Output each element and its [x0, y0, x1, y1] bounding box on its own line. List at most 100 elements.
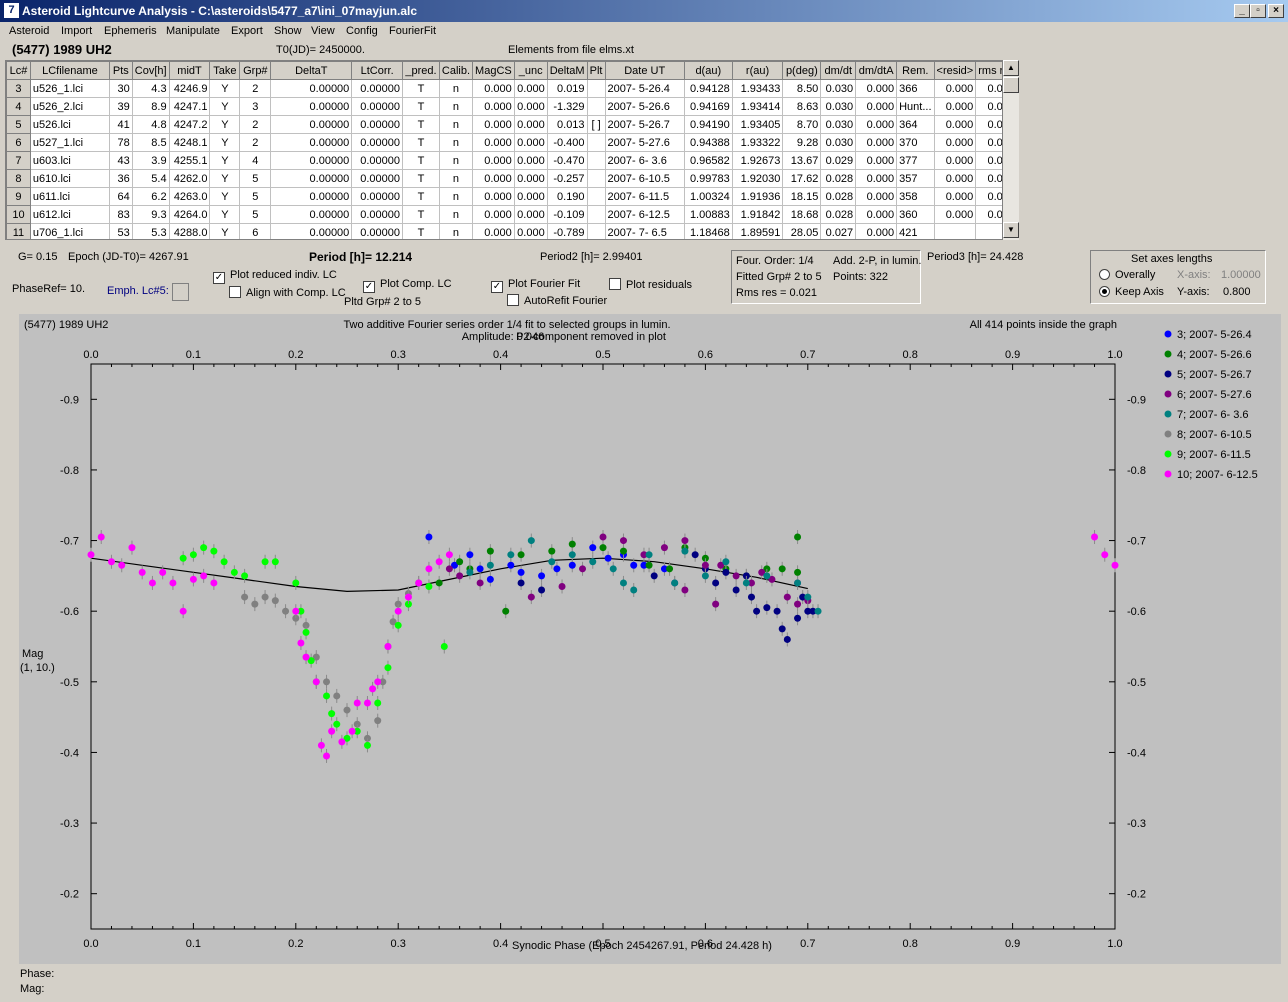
- table-cell[interactable]: 1.93405: [731, 115, 784, 134]
- table-row[interactable]: 9 u611.lci 64 6.2 4263.0 Y 5 0.00000 0.00000 Tn 0.…: [6, 187, 1018, 206]
- column-header[interactable]: Lc#: [6, 61, 31, 80]
- table-cell[interactable]: 2007- 6-10.5: [604, 169, 685, 188]
- table-cell[interactable]: 357: [896, 169, 935, 188]
- menu-import[interactable]: Import: [61, 25, 92, 37]
- table-cell[interactable]: 0.000: [933, 115, 977, 134]
- column-header[interactable]: p(deg): [782, 61, 822, 80]
- table-cell[interactable]: 78: [108, 133, 133, 152]
- table-cell[interactable]: 360: [896, 205, 935, 224]
- column-header[interactable]: Grp#: [239, 61, 272, 80]
- table-cell[interactable]: Y: [209, 115, 241, 134]
- column-header[interactable]: r(au): [731, 61, 784, 80]
- scroll-down-button[interactable]: ▼: [1003, 222, 1019, 238]
- table-cell[interactable]: u612.lci: [29, 205, 110, 224]
- table-cell[interactable]: Y: [209, 133, 241, 152]
- table-cell[interactable]: u526.lci: [29, 115, 110, 134]
- table-cell[interactable]: 18.15: [782, 187, 822, 206]
- table-cell[interactable]: 0.00000: [270, 205, 353, 224]
- table-cell[interactable]: n: [438, 79, 474, 98]
- table-cell[interactable]: 2007- 7- 6.5: [604, 223, 685, 239]
- table-cell[interactable]: 2007- 5-26.4: [604, 79, 685, 98]
- table-cell[interactable]: -0.109: [546, 205, 588, 224]
- table-cell[interactable]: 4246.9: [168, 79, 211, 98]
- table-cell[interactable]: 8.63: [782, 97, 822, 116]
- table-cell[interactable]: 0.030: [820, 115, 857, 134]
- table-cell[interactable]: 43: [108, 151, 133, 170]
- table-cell[interactable]: 4255.1: [168, 151, 211, 170]
- scroll-up-button[interactable]: ▲: [1003, 60, 1019, 76]
- table-row[interactable]: 3 u526_1.lci 30 4.3 4246.9 Y 2 0.00000 0.00000 Tn…: [6, 79, 1018, 98]
- table-cell[interactable]: 0.00000: [351, 79, 403, 98]
- table-cell[interactable]: 1.93414: [731, 97, 784, 116]
- table-cell[interactable]: n: [438, 115, 474, 134]
- table-cell[interactable]: 0.030: [820, 133, 857, 152]
- menu-ephemeris[interactable]: Ephemeris: [104, 25, 157, 37]
- table-cell[interactable]: T: [401, 169, 440, 188]
- table-cell[interactable]: 4.3: [131, 79, 170, 98]
- table-cell[interactable]: 0.000: [933, 97, 977, 116]
- row-header[interactable]: 10: [6, 205, 31, 224]
- table-cell[interactable]: n: [438, 169, 474, 188]
- scroll-thumb[interactable]: [1003, 77, 1019, 93]
- align-checkbox[interactable]: Align with Comp. LC: [229, 286, 346, 299]
- table-cell[interactable]: 0.000: [855, 187, 898, 206]
- table-cell[interactable]: 30: [108, 79, 133, 98]
- table-cell[interactable]: 53: [108, 223, 133, 239]
- close-button[interactable]: ×: [1268, 4, 1284, 18]
- table-cell[interactable]: 0.013: [546, 115, 588, 134]
- table-cell[interactable]: [ ]: [586, 115, 606, 134]
- table-cell[interactable]: 0.000: [472, 187, 515, 206]
- table-row[interactable]: 6 u527_1.lci 78 8.5 4248.1 Y 2 0.00000 0.00000 Tn…: [6, 133, 1018, 152]
- table-cell[interactable]: u610.lci: [29, 169, 110, 188]
- table-cell[interactable]: 0.000: [472, 169, 515, 188]
- table-cell[interactable]: 0.028: [820, 205, 857, 224]
- table-cell[interactable]: 1.93322: [731, 133, 784, 152]
- table-cell[interactable]: n: [438, 97, 474, 116]
- table-cell[interactable]: Y: [209, 205, 241, 224]
- table-cell[interactable]: 358: [896, 187, 935, 206]
- table-cell[interactable]: [586, 205, 606, 224]
- menu-view[interactable]: View: [311, 25, 335, 37]
- table-cell[interactable]: 4248.1: [168, 133, 211, 152]
- table-cell[interactable]: 421: [896, 223, 935, 239]
- column-header[interactable]: Pts: [108, 61, 133, 80]
- table-cell[interactable]: 0.000: [855, 151, 898, 170]
- table-cell[interactable]: Y: [209, 151, 241, 170]
- table-cell[interactable]: 1.92673: [731, 151, 784, 170]
- table-cell[interactable]: 18.68: [782, 205, 822, 224]
- table-cell[interactable]: [586, 151, 606, 170]
- column-header[interactable]: dm/dt: [820, 61, 857, 80]
- table-cell[interactable]: 0.000: [472, 115, 515, 134]
- column-header[interactable]: Rem.: [896, 61, 935, 80]
- table-cell[interactable]: 0.000: [472, 79, 515, 98]
- restore-button[interactable]: ▫: [1250, 4, 1266, 18]
- table-row[interactable]: 5 u526.lci 41 4.8 4247.2 Y 2 0.00000 0.00000 Tn 0.…: [6, 115, 1018, 134]
- autorefit-checkbox[interactable]: AutoRefit Fourier: [507, 294, 607, 307]
- table-row[interactable]: 11 u706_1.lci 53 5.3 4288.0 Y 6 0.00000 0.00000 T…: [6, 223, 1018, 239]
- table-cell[interactable]: Hunt...: [896, 97, 935, 116]
- row-header[interactable]: 6: [6, 133, 31, 152]
- table-cell[interactable]: n: [438, 187, 474, 206]
- table-cell[interactable]: 1.91842: [731, 205, 784, 224]
- table-cell[interactable]: 1.00324: [683, 187, 733, 206]
- table-cell[interactable]: 0.000: [472, 151, 515, 170]
- table-cell[interactable]: 0.000: [855, 169, 898, 188]
- table-cell[interactable]: 0.000: [933, 205, 977, 224]
- table-row[interactable]: 7 u603.lci 43 3.9 4255.1 Y 4 0.00000 0.00000 Tn 0.…: [6, 151, 1018, 170]
- table-cell[interactable]: 2007- 5-26.7: [604, 115, 685, 134]
- table-cell[interactable]: 13.67: [782, 151, 822, 170]
- table-cell[interactable]: 0.94128: [683, 79, 733, 98]
- table-cell[interactable]: 0.000: [513, 187, 548, 206]
- table-cell[interactable]: 1.18468: [683, 223, 733, 239]
- table-cell[interactable]: 0.000: [933, 151, 977, 170]
- table-cell[interactable]: 0.000: [513, 169, 548, 188]
- table-cell[interactable]: 0.00000: [270, 133, 353, 152]
- row-header[interactable]: 9: [6, 187, 31, 206]
- table-cell[interactable]: 5: [239, 187, 272, 206]
- column-header[interactable]: <resid>: [933, 61, 977, 80]
- row-header[interactable]: 7: [6, 151, 31, 170]
- menu-manipulate[interactable]: Manipulate: [166, 25, 220, 37]
- table-cell[interactable]: 0.96582: [683, 151, 733, 170]
- table-cell[interactable]: 2007- 6- 3.6: [604, 151, 685, 170]
- table-cell[interactable]: 0.000: [855, 223, 898, 239]
